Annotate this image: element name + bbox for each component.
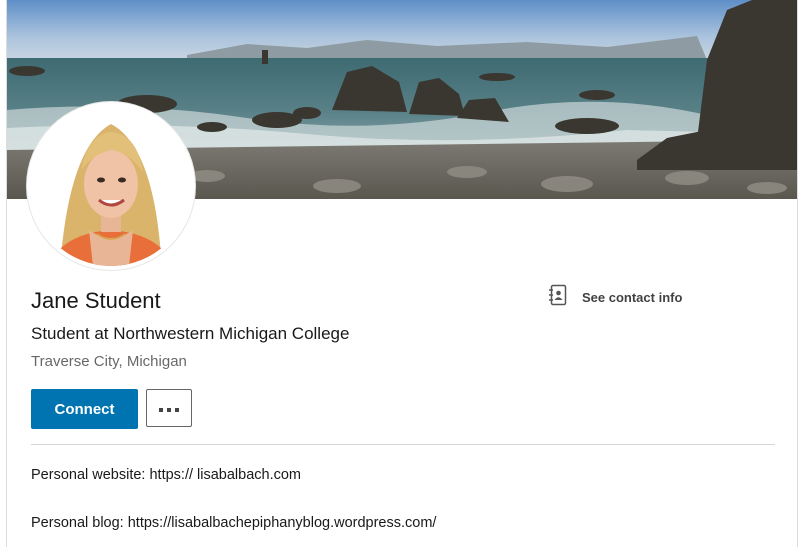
personal-blog-text: Personal blog: https://lisabalbachepipha…	[31, 515, 437, 531]
contact-info-label: See contact info	[582, 289, 683, 305]
connect-button[interactable]: Connect	[31, 389, 138, 429]
more-actions-button[interactable]	[146, 389, 192, 427]
profile-location: Traverse City, Michigan	[31, 353, 187, 370]
personal-website-text: Personal website: https:// lisabalbach.c…	[31, 467, 301, 483]
avatar-photo	[31, 106, 191, 266]
profile-name: Jane Student	[31, 288, 161, 313]
more-horizontal-icon	[158, 401, 180, 416]
profile-headline: Student at Northwestern Michigan College	[31, 324, 350, 343]
contact-book-icon	[548, 284, 568, 311]
profile-avatar[interactable]	[31, 106, 191, 266]
profile-card: Jane Student Student at Northwestern Mic…	[6, 0, 798, 547]
see-contact-info-link[interactable]: See contact info	[548, 284, 683, 311]
section-divider	[31, 444, 775, 445]
